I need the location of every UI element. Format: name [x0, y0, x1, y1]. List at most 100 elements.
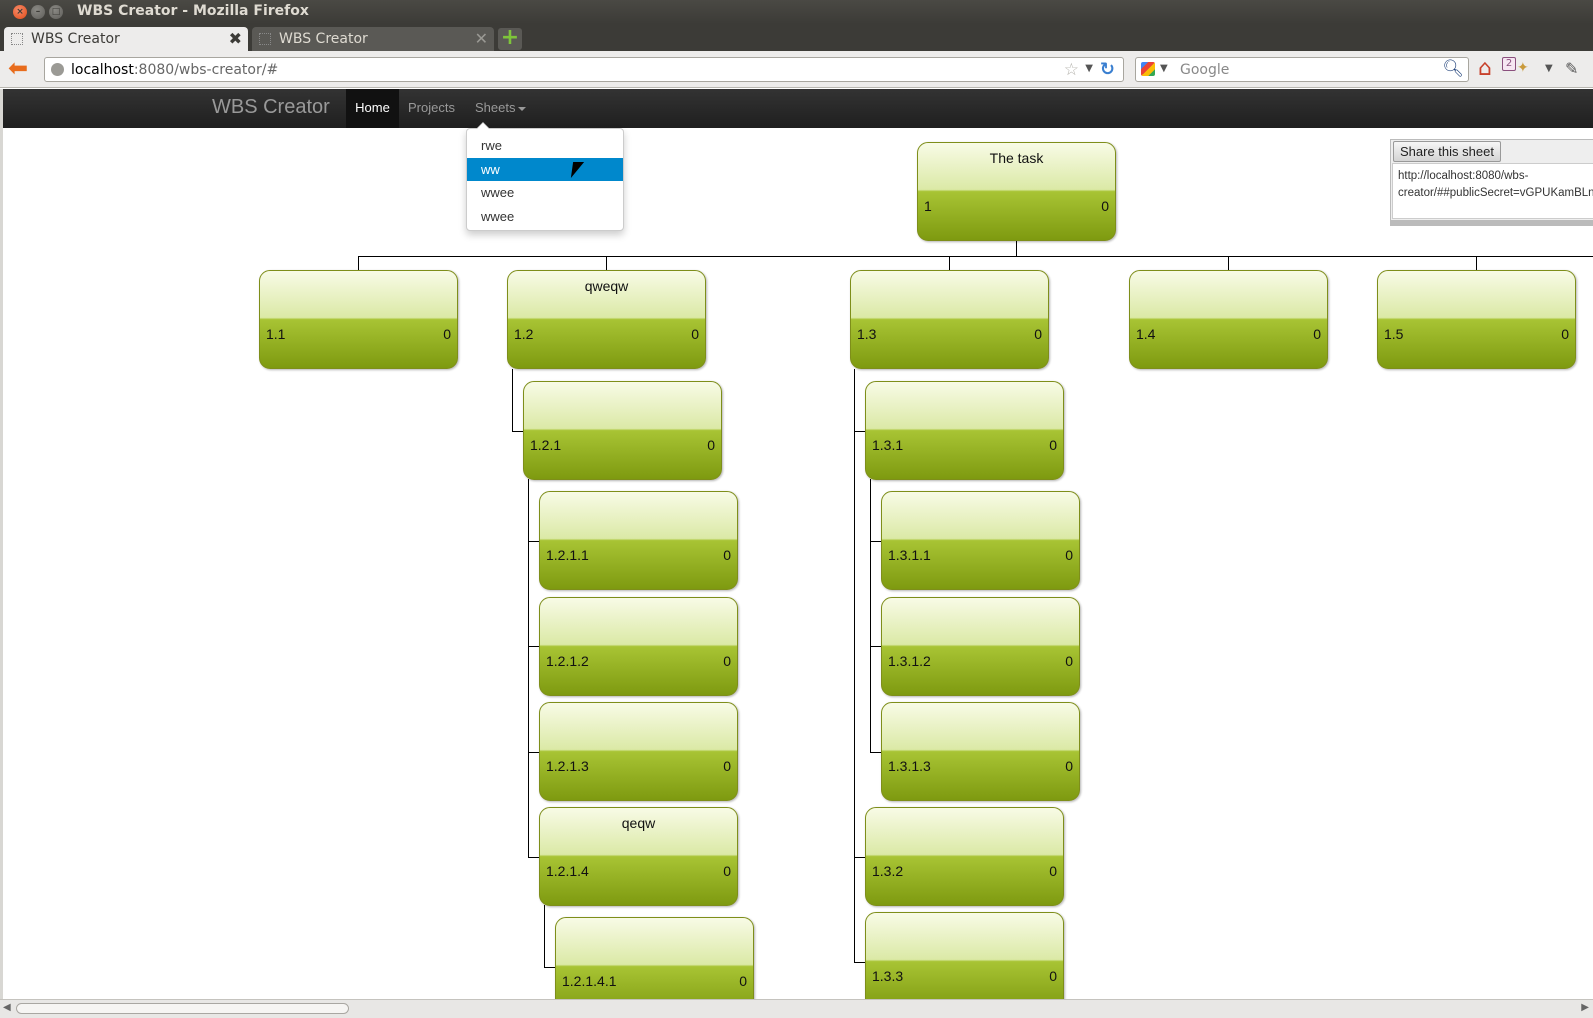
caret-down-icon — [518, 106, 527, 111]
node-id: 1.5 — [1384, 326, 1404, 342]
node-value: 0 — [723, 547, 731, 563]
sheet-menu-item[interactable]: wwee — [467, 181, 623, 205]
addon-icon[interactable]: ✦ — [1517, 60, 1529, 76]
sheet-menu-item[interactable]: rwe — [467, 134, 623, 158]
addon-dropdown-icon[interactable]: ▼ — [1545, 63, 1553, 74]
home-icon[interactable]: ⌂ — [1478, 57, 1492, 81]
wbs-node[interactable]: 1.5 0 — [1377, 270, 1576, 369]
node-value: 0 — [723, 653, 731, 669]
node-value: 0 — [723, 863, 731, 879]
wbs-node[interactable]: 1.3.1.2 0 — [881, 597, 1080, 696]
site-identity-icon[interactable] — [51, 63, 64, 76]
share-panel-scrollbar[interactable] — [1391, 220, 1593, 226]
reload-icon[interactable]: ↻ — [1100, 59, 1115, 80]
node-value: 0 — [1065, 547, 1073, 563]
search-icon[interactable]: 🔍︎ — [1442, 59, 1464, 79]
nav-projects[interactable]: Projects — [400, 89, 463, 128]
wbs-node-root[interactable]: The task 1 0 — [917, 142, 1116, 241]
wbs-node[interactable]: 1.3.3 0 — [865, 912, 1064, 999]
node-value: 0 — [1034, 326, 1042, 342]
connector-line — [358, 256, 1593, 257]
node-value: 0 — [691, 326, 699, 342]
scrollbar-thumb[interactable] — [16, 1003, 349, 1014]
connector-line — [1476, 256, 1477, 271]
horizontal-scrollbar[interactable]: ◀ ▶ — [0, 999, 1593, 1018]
wbs-node[interactable]: 1.2.1.2 0 — [539, 597, 738, 696]
node-id: 1.4 — [1136, 326, 1156, 342]
wbs-node[interactable]: 1.2.1.1 0 — [539, 491, 738, 590]
node-value: 0 — [1049, 863, 1057, 879]
wbs-node[interactable]: 1.2.1 0 — [523, 381, 722, 480]
node-value: 0 — [1561, 326, 1569, 342]
dropper-icon[interactable]: ✎ — [1565, 59, 1578, 78]
node-id: 1.2.1.4 — [546, 863, 589, 879]
connector-line — [1016, 239, 1017, 257]
tab-close-icon[interactable]: ✖ — [229, 29, 242, 48]
brand-title[interactable]: WBS Creator — [212, 96, 330, 119]
node-id: 1.3.2 — [872, 863, 904, 879]
scroll-left-icon[interactable]: ◀ — [3, 1002, 11, 1013]
google-icon[interactable] — [1141, 62, 1155, 76]
page-viewport: WBS Creator Home Projects Sheets rwe ww … — [3, 89, 1593, 999]
window-minimize-button[interactable]: – — [31, 5, 45, 19]
wbs-node[interactable]: 1.3 0 — [850, 270, 1049, 369]
connector-line — [528, 479, 529, 858]
node-value: 0 — [707, 437, 715, 453]
wbs-node[interactable]: 1.3.1.1 0 — [881, 491, 1080, 590]
node-value: 0 — [723, 758, 731, 774]
search-engine-dropdown-icon[interactable]: ▼ — [1160, 63, 1168, 74]
tab-inactive[interactable]: WBS Creator ✕ — [252, 27, 494, 51]
node-id: 1.2.1.3 — [546, 758, 589, 774]
window-maximize-button[interactable]: □ — [49, 5, 63, 19]
node-value: 0 — [443, 326, 451, 342]
wbs-node[interactable]: 1.3.1 0 — [865, 381, 1064, 480]
notification-badge[interactable]: 2 — [1502, 57, 1516, 71]
search-input[interactable]: Google — [1180, 62, 1229, 78]
nav-home[interactable]: Home — [346, 89, 399, 128]
window-close-button[interactable]: × — [13, 5, 27, 19]
connector-line — [606, 256, 607, 271]
sheet-menu-item[interactable]: wwee — [467, 205, 623, 229]
connector-line — [870, 479, 871, 753]
browser-toolbar: ⬅ localhost:8080/wbs-creator/# ☆ ▼ ↻ ▼ G… — [0, 51, 1593, 88]
node-id: 1.3 — [857, 326, 877, 342]
wbs-node[interactable]: 1.4 0 — [1129, 270, 1328, 369]
wbs-node[interactable]: qweqw 1.2 0 — [507, 270, 706, 369]
wbs-node[interactable]: 1.3.1.3 0 — [881, 702, 1080, 801]
app-navbar: WBS Creator Home Projects Sheets — [3, 89, 1593, 128]
history-dropdown-icon[interactable]: ▼ — [1085, 63, 1093, 74]
url-bar[interactable]: localhost:8080/wbs-creator/# ☆ ▼ ↻ — [44, 57, 1124, 82]
connector-line — [358, 256, 359, 271]
share-panel: Share this sheet http://localhost:8080/w… — [1390, 139, 1593, 226]
bookmark-star-icon[interactable]: ☆ — [1064, 60, 1079, 80]
back-arrow-icon[interactable]: ⬅ — [8, 56, 34, 81]
node-value: 0 — [1065, 653, 1073, 669]
tab-close-icon[interactable]: ✕ — [475, 29, 488, 48]
tab-label: WBS Creator — [279, 31, 368, 47]
scroll-right-icon[interactable]: ▶ — [1581, 1002, 1589, 1013]
share-sheet-button[interactable]: Share this sheet — [1393, 141, 1501, 162]
wbs-node[interactable]: 1.3.2 0 — [865, 807, 1064, 906]
nav-sheets-label: Sheets — [475, 100, 516, 115]
url-path: :8080/wbs-creator/# — [133, 62, 279, 78]
share-link-textarea[interactable]: http://localhost:8080/wbs-creator/##publ… — [1392, 163, 1593, 219]
page-icon — [11, 33, 23, 45]
connector-line — [854, 369, 855, 963]
new-tab-button[interactable]: + — [498, 27, 522, 50]
url-text[interactable]: localhost:8080/wbs-creator/# — [71, 62, 278, 78]
sheet-menu-item-selected[interactable]: ww — [467, 157, 623, 181]
window-titlebar: × – □ WBS Creator - Mozilla Firefox — [0, 0, 1593, 24]
wbs-node[interactable]: 1.2.1.4.1 0 — [555, 917, 754, 999]
url-host: localhost — [71, 62, 134, 78]
node-value: 0 — [1049, 437, 1057, 453]
wbs-node[interactable]: 1.1 0 — [259, 270, 458, 369]
node-value: 0 — [1313, 326, 1321, 342]
wbs-node[interactable]: 1.2.1.3 0 — [539, 702, 738, 801]
node-title: qeqw — [621, 815, 656, 831]
connector-line — [1228, 256, 1229, 271]
tab-active[interactable]: WBS Creator ✖ — [4, 27, 248, 51]
connector-line — [544, 905, 545, 968]
wbs-node[interactable]: qeqw 1.2.1.4 0 — [539, 807, 738, 906]
search-bar[interactable]: ▼ Google 🔍︎ — [1135, 57, 1469, 82]
node-value: 0 — [1065, 758, 1073, 774]
